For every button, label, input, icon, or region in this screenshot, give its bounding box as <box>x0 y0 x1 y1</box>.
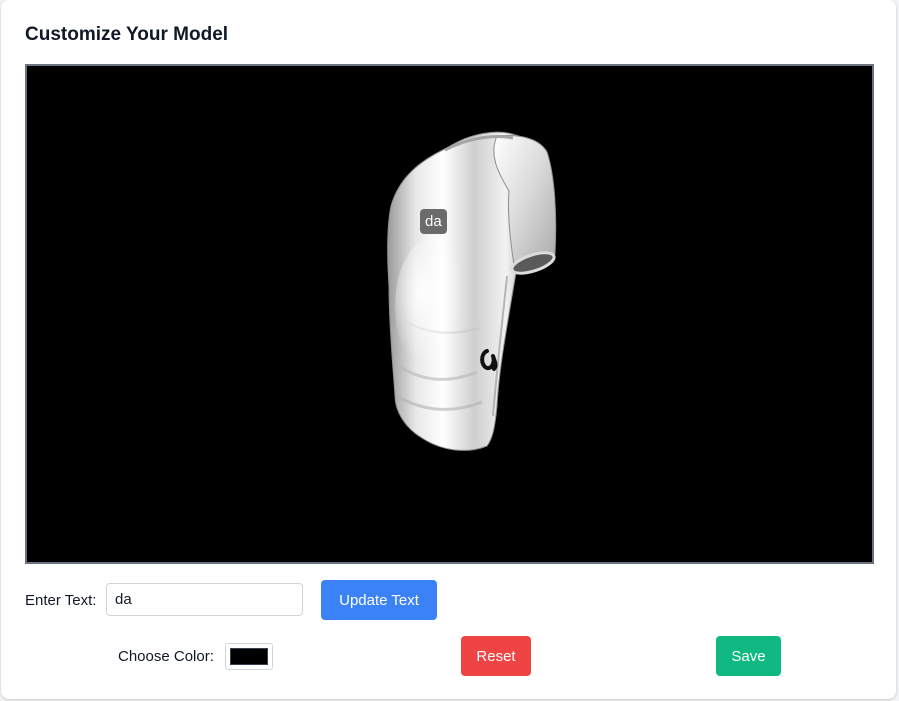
color-picker[interactable] <box>225 643 273 670</box>
model-text-decal: da <box>420 209 447 234</box>
color-swatch <box>230 648 268 665</box>
text-field-label: Enter Text: <box>25 592 97 609</box>
model-viewer-canvas[interactable]: da <box>25 64 874 564</box>
update-text-button[interactable]: Update Text <box>321 580 437 620</box>
customizer-card: Customize Your Model da Enter Text: da U… <box>1 0 896 699</box>
tshirt-model <box>387 131 557 451</box>
save-button[interactable]: Save <box>716 636 781 676</box>
page-title: Customize Your Model <box>25 24 229 45</box>
text-input[interactable] <box>106 583 303 616</box>
reset-button[interactable]: Reset <box>461 636 531 676</box>
color-field-label: Choose Color: <box>118 648 214 665</box>
